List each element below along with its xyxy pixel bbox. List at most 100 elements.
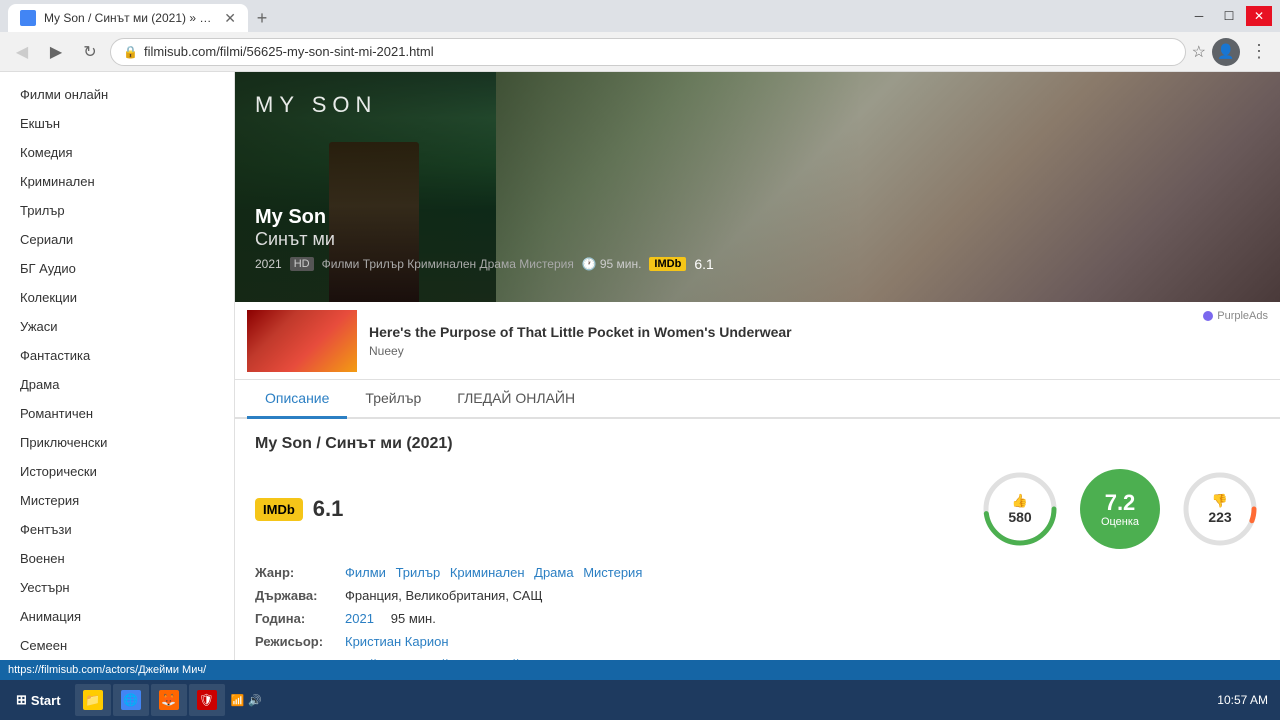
genre-value: Филми Трилър Криминален Драма Мистерия — [345, 565, 648, 580]
genre-link-drama[interactable]: Драма — [534, 565, 573, 580]
ad-label: PurpleAds — [1203, 310, 1268, 322]
imdb-score-value: 6.1 — [313, 496, 344, 522]
status-url: https://filmisub.com/actors/Джейми Мич/ — [8, 664, 206, 676]
tab-title: My Son / Синът ми (2021) » Филми... — [44, 11, 216, 25]
purple-ads-dot — [1203, 311, 1213, 321]
sidebar: Филми онлайн Екшън Комедия Криминален Тр… — [0, 72, 235, 660]
sidebar-item-ekshn[interactable]: Екшън — [0, 109, 234, 138]
hero-imdb-score: 6.1 — [694, 256, 713, 272]
taskbar-explorer[interactable]: 📁 — [75, 684, 111, 716]
genre-row: Жанр: Филми Трилър Криминален Драма Мист… — [255, 565, 1260, 580]
taskbar-firefox[interactable]: 🦊 — [151, 684, 187, 716]
active-tab[interactable]: My Son / Синът ми (2021) » Филми... ✕ — [8, 4, 248, 32]
thumbs-down-circle: 👎 223 — [1180, 469, 1260, 549]
sidebar-item-misteriya[interactable]: Мистерия — [0, 486, 234, 515]
close-window-button[interactable]: ✕ — [1246, 6, 1272, 26]
thumbs-down-count: 223 — [1208, 509, 1231, 525]
sidebar-item-komediya[interactable]: Комедия — [0, 138, 234, 167]
hero-title-bg: Синът ми — [255, 229, 714, 250]
sidebar-item-kolektsii[interactable]: Колекции — [0, 283, 234, 312]
country-value: Франция, Великобритания, САЩ — [345, 588, 543, 603]
sidebar-item-drama[interactable]: Драма — [0, 370, 234, 399]
director-value: Кристиан Карион — [345, 634, 455, 649]
content-area: Филми онлайн Екшън Комедия Криминален Тр… — [0, 72, 1280, 660]
thumbs-down-content: 👎 223 — [1208, 493, 1231, 525]
sidebar-item-priklyuchenski[interactable]: Приключенски — [0, 428, 234, 457]
clock-icon: 🕐 — [582, 257, 597, 271]
sidebar-item-semeen[interactable]: Семеен — [0, 631, 234, 660]
hero-title-en: My Son — [255, 206, 714, 229]
bookmark-button[interactable]: ☆ — [1192, 42, 1206, 62]
year-label: Година: — [255, 611, 345, 626]
sidebar-item-istoricheski[interactable]: Исторически — [0, 457, 234, 486]
url-text: filmisub.com/filmi/56625-my-son-sint-mi-… — [144, 44, 1173, 59]
hero-imdb-badge: IMDb — [649, 257, 686, 271]
start-button[interactable]: ⊞ Start — [4, 688, 73, 712]
genre-link-filmi[interactable]: Филми — [345, 565, 386, 580]
sidebar-item-uestern[interactable]: Уестърн — [0, 573, 234, 602]
hero-quality-badge: HD — [290, 257, 314, 271]
reload-button[interactable]: ↻ — [76, 38, 104, 66]
sidebar-item-fantastika[interactable]: Фантастика — [0, 341, 234, 370]
secure-icon: 🔒 — [123, 45, 138, 59]
maximize-button[interactable]: ☐ — [1216, 6, 1242, 26]
forward-button[interactable]: ▶ — [42, 38, 70, 66]
tray-icon-1: 📶 — [231, 694, 245, 707]
sidebar-item-uzhasi[interactable]: Ужаси — [0, 312, 234, 341]
start-windows-icon: ⊞ — [16, 692, 27, 708]
taskbar-security[interactable]: 🛡 — [189, 684, 225, 716]
title-bar: My Son / Синът ми (2021) » Филми... ✕ + … — [0, 0, 1280, 32]
hero-banner: MY SON My Son Синът ми 2021 HD Филми Три… — [235, 72, 1280, 302]
sidebar-item-kriminalen[interactable]: Криминален — [0, 167, 234, 196]
thumbs-up-circle: 👍 580 — [980, 469, 1060, 549]
status-bar: https://filmisub.com/actors/Джейми Мич/ — [0, 660, 1280, 680]
browser-frame: My Son / Синът ми (2021) » Филми... ✕ + … — [0, 0, 1280, 720]
genre-link-misteriya[interactable]: Мистерия — [583, 565, 642, 580]
ad-label-text: PurpleAds — [1217, 310, 1268, 322]
rating-section: IMDb 6.1 👍 580 — [255, 469, 1260, 549]
sidebar-item-seriali[interactable]: Сериали — [0, 225, 234, 254]
hero-movie-logo: MY SON — [255, 92, 377, 118]
hero-duration: 🕐 95 мин. — [582, 257, 642, 271]
imdb-badge: IMDb — [255, 498, 303, 521]
new-tab-button[interactable]: + — [248, 4, 276, 32]
sidebar-item-filmi-onlayn[interactable]: Филми онлайн — [0, 80, 234, 109]
sidebar-item-voenen[interactable]: Военен — [0, 544, 234, 573]
director-link[interactable]: Кристиан Карион — [345, 634, 449, 649]
back-button[interactable]: ◀ — [8, 38, 36, 66]
tab-opisanie[interactable]: Описание — [247, 380, 347, 419]
tab-gledai-onlayn[interactable]: ГЛЕДАЙ ОНЛАЙН — [439, 380, 593, 419]
genre-link-kriminalen[interactable]: Криминален — [450, 565, 525, 580]
profile-button[interactable]: 👤 — [1212, 38, 1240, 66]
year-link[interactable]: 2021 — [345, 611, 374, 626]
sidebar-item-animatsiya[interactable]: Анимация — [0, 602, 234, 631]
vote-circles: 👍 580 7.2 Оценка — [980, 469, 1260, 549]
tray-icon-2: 🔊 — [248, 694, 262, 707]
sidebar-item-romantichen[interactable]: Романтичен — [0, 399, 234, 428]
country-label: Държава: — [255, 588, 345, 603]
sidebar-item-fentazi[interactable]: Фентъзи — [0, 515, 234, 544]
tab-treylar[interactable]: Трейлър — [347, 380, 439, 419]
minimize-button[interactable]: ─ — [1186, 6, 1212, 26]
taskbar-browser[interactable]: 🌐 — [113, 684, 149, 716]
sidebar-item-triler[interactable]: Трилър — [0, 196, 234, 225]
year-row: Година: 2021 95 мин. — [255, 611, 1260, 626]
window-controls: ─ ☐ ✕ — [1186, 6, 1272, 26]
ad-banner[interactable]: Here's the Purpose of That Little Pocket… — [235, 302, 1280, 380]
address-bar[interactable]: 🔒 filmisub.com/filmi/56625-my-son-sint-m… — [110, 38, 1186, 66]
director-row: Режисьор: Кристиан Карион — [255, 634, 1260, 649]
tab-close-button[interactable]: ✕ — [224, 10, 236, 27]
ad-title: Here's the Purpose of That Little Pocket… — [369, 324, 1268, 340]
rating-label: Оценка — [1101, 516, 1139, 528]
chrome-menu-button[interactable]: ⋮ — [1246, 37, 1272, 66]
hero-metadata: 2021 HD Филми Трилър Криминален Драма Ми… — [255, 256, 714, 272]
taskbar-time-value: 10:57 AM — [1217, 692, 1268, 709]
country-row: Държава: Франция, Великобритания, САЩ — [255, 588, 1260, 603]
imdb-rating: IMDb 6.1 — [255, 496, 343, 522]
genre-link-triler[interactable]: Трилър — [396, 565, 441, 580]
hero-title-block: My Son Синът ми 2021 HD Филми Трилър Кри… — [255, 206, 714, 272]
tab-bar: My Son / Синът ми (2021) » Филми... ✕ + — [8, 0, 276, 32]
firefox-icon: 🦊 — [159, 690, 179, 710]
start-label: Start — [31, 693, 61, 708]
sidebar-item-bg-audio[interactable]: БГ Аудио — [0, 254, 234, 283]
